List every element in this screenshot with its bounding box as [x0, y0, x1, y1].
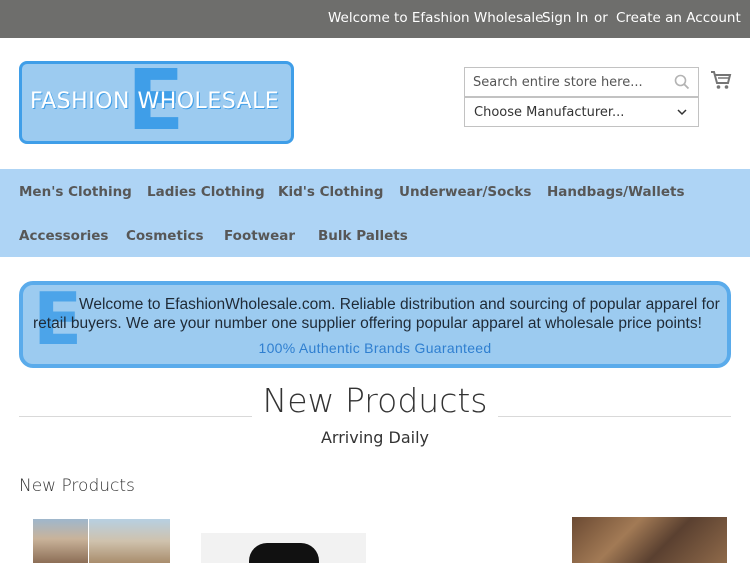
welcome-message: Welcome to Efashion Wholesale [328, 10, 544, 26]
manufacturer-selected: Choose Manufacturer... [474, 105, 625, 120]
product-image-3[interactable] [572, 517, 727, 563]
create-account-link[interactable]: Create an Account [616, 10, 741, 26]
product-image-2[interactable] [201, 533, 366, 563]
sign-in-link[interactable]: Sign In [542, 10, 588, 26]
top-bar: Welcome to Efashion Wholesale Sign In or… [0, 0, 750, 38]
banner-line-2: retail buyers. We are your number one su… [33, 315, 702, 332]
product-image-1a[interactable] [33, 519, 88, 563]
search-input[interactable] [465, 68, 670, 96]
or-text: or [594, 10, 608, 26]
site-logo[interactable]: E FASHION WHOLESALE [19, 61, 294, 144]
nav-item-accessories[interactable]: Accessories [19, 228, 108, 244]
nav-item-ladies-clothing[interactable]: Ladies Clothing [147, 184, 265, 200]
nav-item-footwear[interactable]: Footwear [224, 228, 295, 244]
section-title: New Products [19, 476, 135, 496]
nav-item-handbags-wallets[interactable]: Handbags/Wallets [547, 184, 685, 200]
page-title: New Products [262, 381, 488, 420]
nav-item-bulk-pallets[interactable]: Bulk Pallets [318, 228, 408, 244]
manufacturer-select[interactable]: Choose Manufacturer... [464, 97, 699, 127]
nav-item-underwear-socks[interactable]: Underwear/Socks [399, 184, 531, 200]
banner-line-1: Welcome to EfashionWholesale.com. Reliab… [79, 296, 720, 313]
welcome-banner: E Welcome to EfashionWholesale.com. Reli… [19, 281, 731, 368]
product-image-1b[interactable] [89, 519, 170, 563]
logo-text: FASHION WHOLESALE [30, 89, 280, 114]
nav-item-cosmetics[interactable]: Cosmetics [126, 228, 204, 244]
search-icon[interactable] [674, 74, 690, 90]
nav-item-mens-clothing[interactable]: Men's Clothing [19, 184, 132, 200]
search-box [464, 67, 699, 97]
main-navigation: Men's Clothing Ladies Clothing Kid's Clo… [0, 169, 750, 257]
page-subtitle: Arriving Daily [320, 428, 430, 447]
chevron-down-icon [677, 109, 687, 116]
banner-guarantee: 100% Authentic Brands Guaranteed [258, 340, 492, 356]
cart-icon[interactable] [710, 70, 732, 90]
shirt-shape [249, 543, 319, 563]
nav-item-kids-clothing[interactable]: Kid's Clothing [278, 184, 383, 200]
